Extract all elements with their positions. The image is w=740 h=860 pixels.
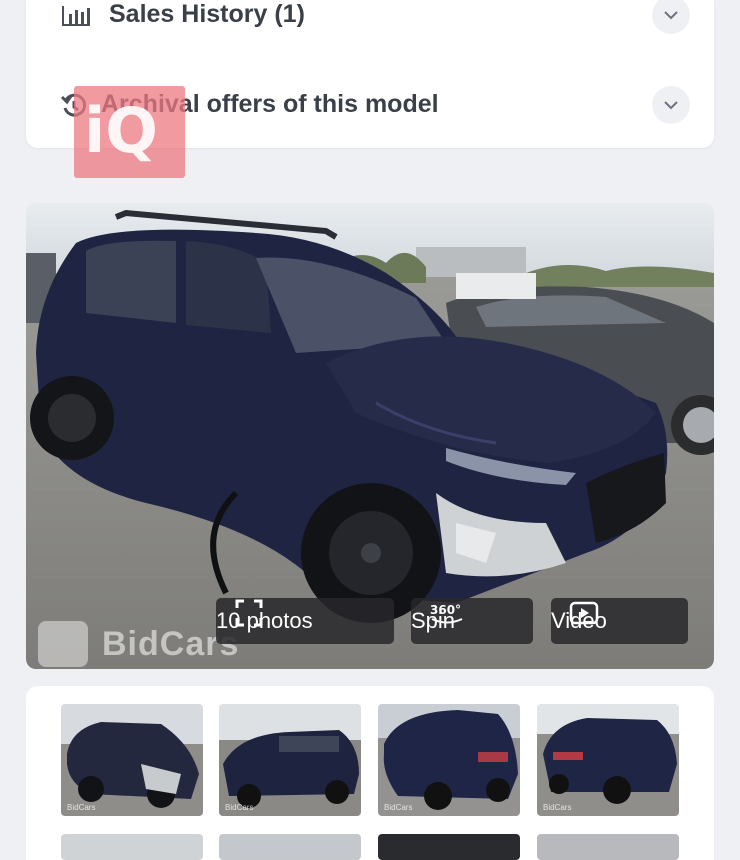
thumbnail-watermark: BidCars xyxy=(384,803,413,812)
thumbnail-card: BidCars BidCars BidCars BidCars xyxy=(26,686,714,860)
main-vehicle-photo[interactable]: BidCars 10 photos 360° Spin Video xyxy=(26,203,714,669)
play-icon xyxy=(569,601,599,625)
thumbnail-watermark: BidCars xyxy=(225,803,254,812)
thumbnail-6[interactable] xyxy=(219,834,361,860)
thumbnail-watermark: BidCars xyxy=(67,803,96,812)
iq-logo-text: iQ xyxy=(84,94,158,167)
thumbnail-image xyxy=(537,704,679,816)
sales-history-title: Sales History (1) xyxy=(109,0,305,28)
360-icon-text: 360° xyxy=(430,603,461,617)
photos-button-label: 10 photos xyxy=(216,608,313,633)
thumbnail-image xyxy=(219,704,361,816)
thumbnail-5[interactable] xyxy=(61,834,203,860)
video-button[interactable]: Video xyxy=(551,598,688,644)
thumbnail-7[interactable] xyxy=(378,834,520,860)
360-icon: 360° xyxy=(430,603,463,624)
thumbnail-4[interactable]: BidCars xyxy=(537,704,679,816)
iq-logo-badge: iQ xyxy=(74,86,185,178)
thumbnail-3[interactable]: BidCars xyxy=(378,704,520,816)
bar-chart-icon xyxy=(62,6,90,26)
bidcars-logo-icon xyxy=(38,621,88,667)
thumbnail-8[interactable] xyxy=(537,834,679,860)
bidcars-watermark: BidCars xyxy=(38,621,239,667)
thumbnail-watermark: BidCars xyxy=(543,803,572,812)
thumbnail-2[interactable]: BidCars xyxy=(219,704,361,816)
thumbnail-1[interactable]: BidCars xyxy=(61,704,203,816)
thumbnail-image xyxy=(61,704,203,816)
thumbnail-image xyxy=(378,704,520,816)
sales-history-row[interactable]: Sales History (1) xyxy=(26,0,714,38)
photos-button[interactable]: 10 photos xyxy=(216,598,394,644)
fullscreen-icon xyxy=(235,599,263,627)
spin-button[interactable]: 360° Spin xyxy=(411,598,533,644)
chevron-down-icon[interactable] xyxy=(652,0,690,34)
chevron-down-icon[interactable] xyxy=(652,86,690,124)
